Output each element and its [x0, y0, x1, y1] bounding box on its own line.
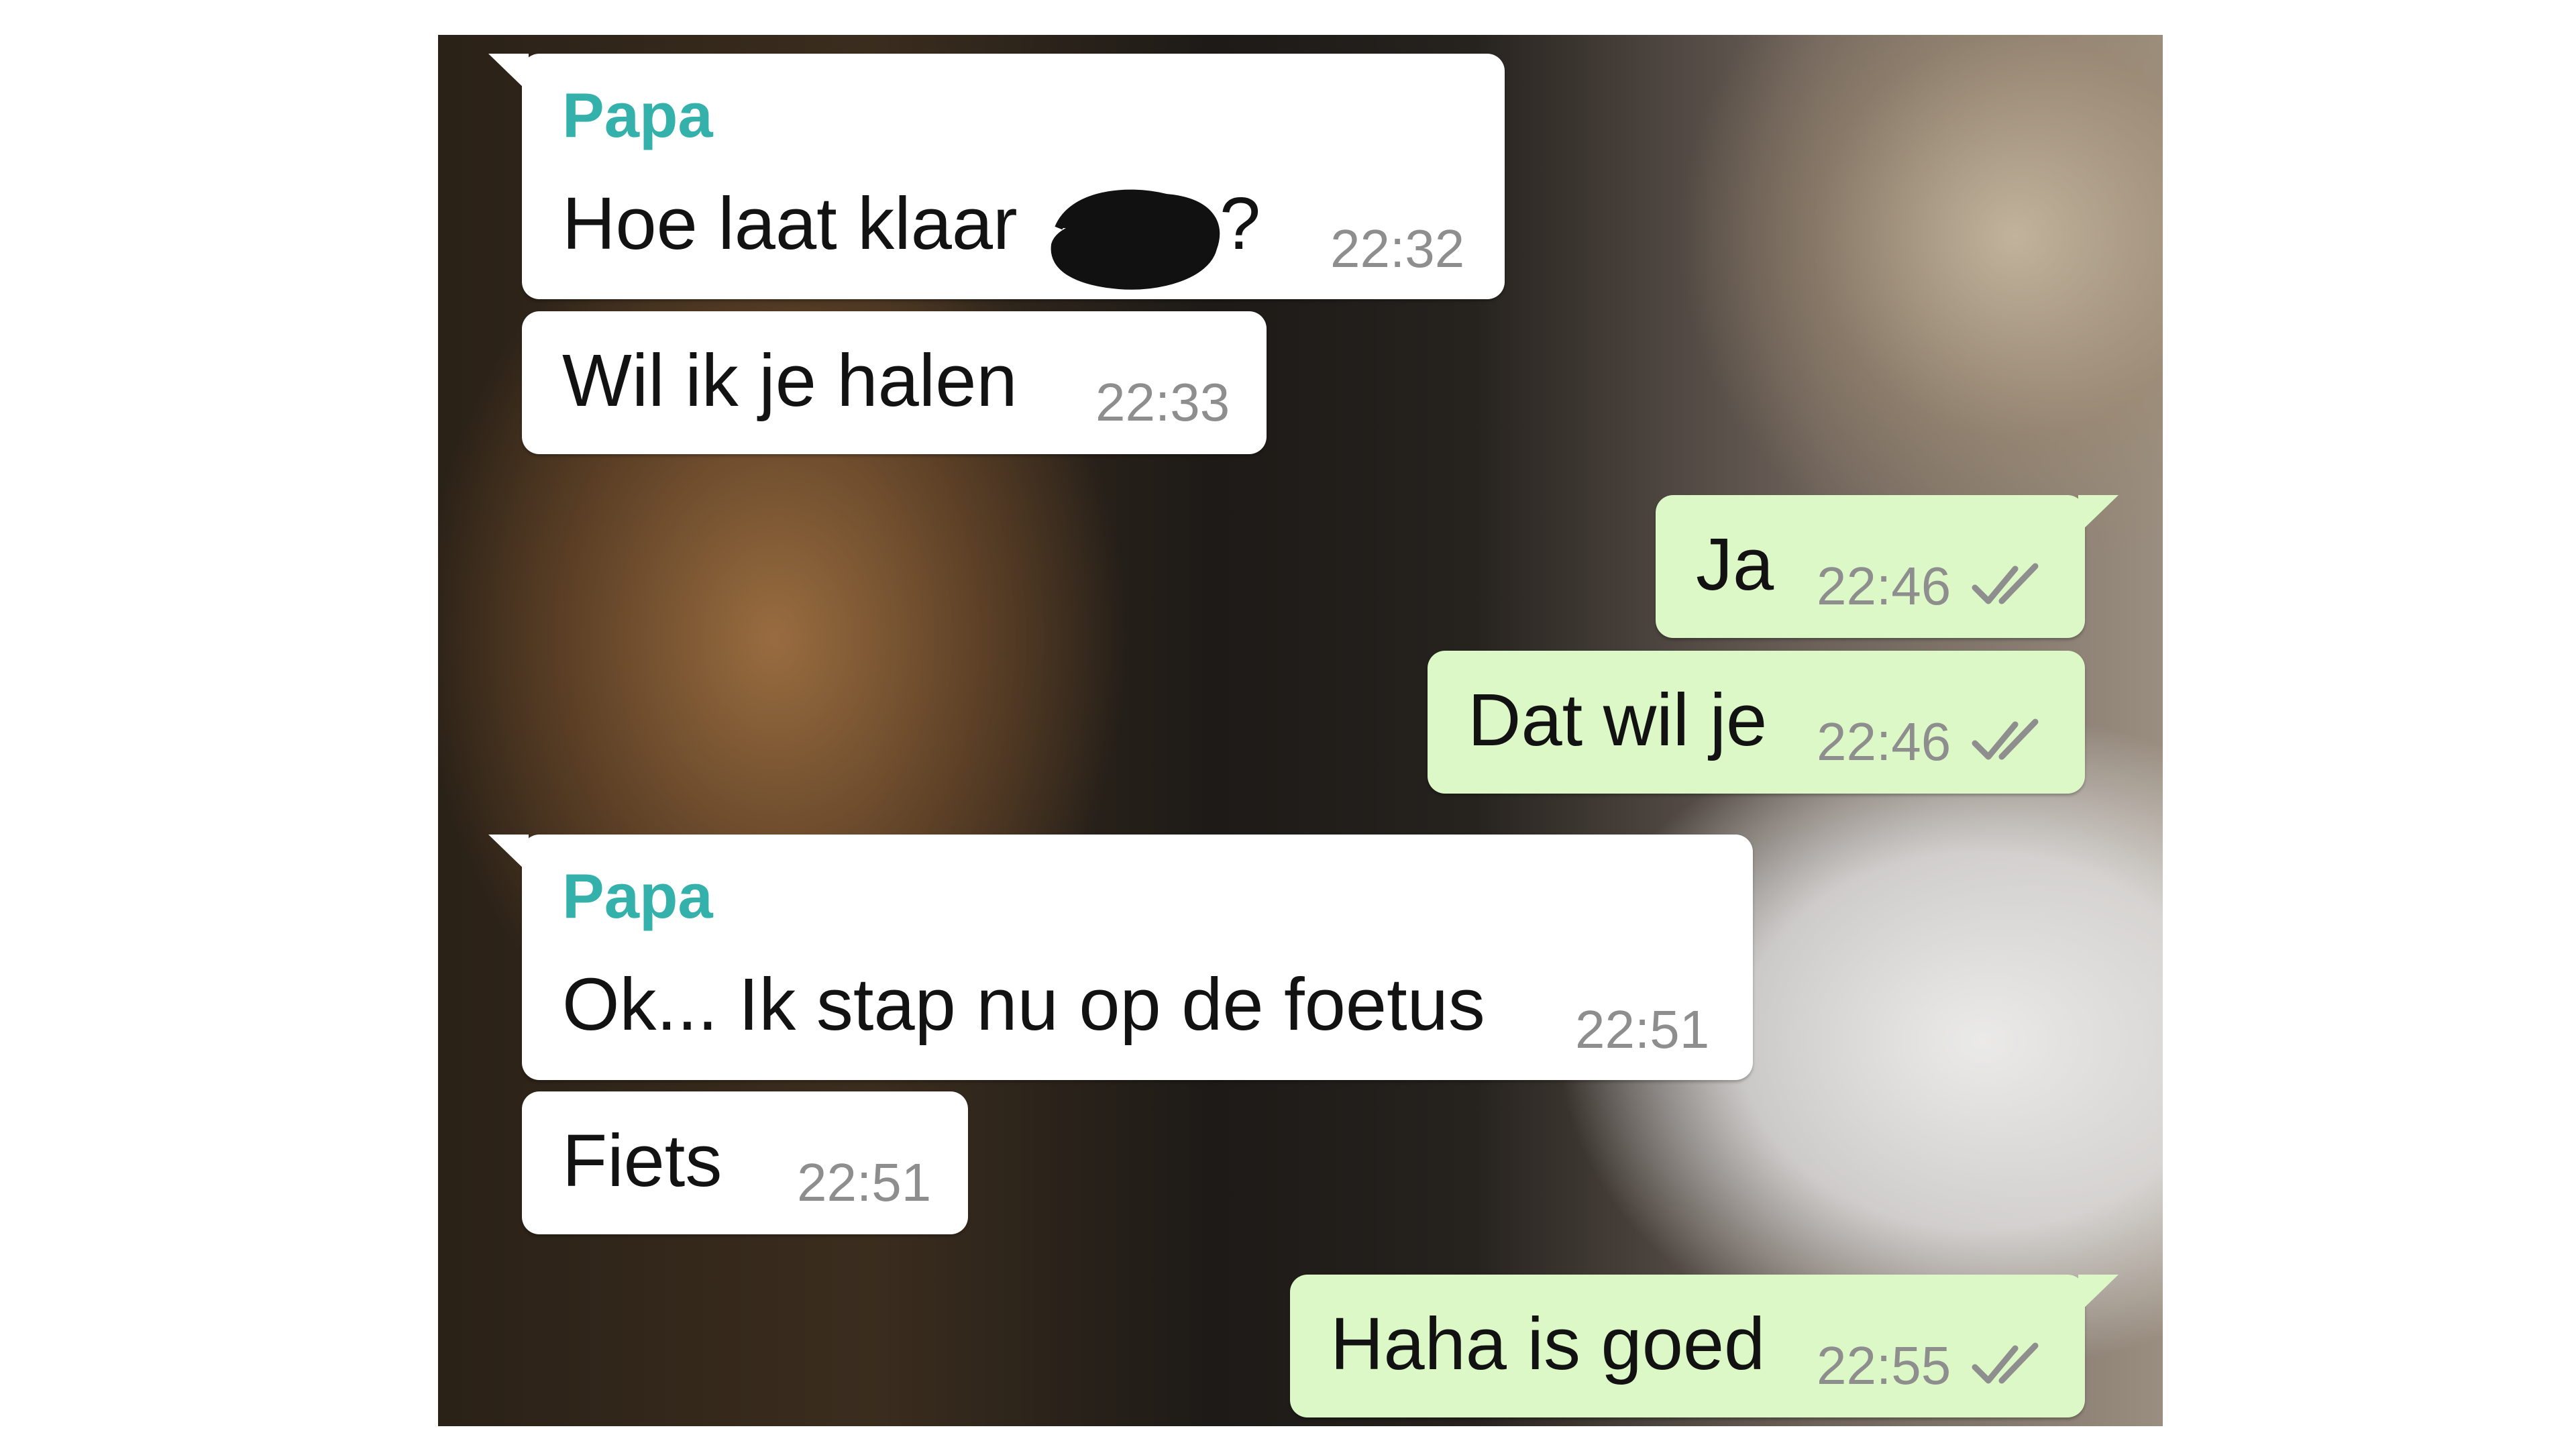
chat-background: Papa Hoe laat klaar ? 22:32 Wil ik je ha… — [438, 35, 2163, 1426]
message-bubble-incoming[interactable]: Papa Hoe laat klaar ? 22:32 — [488, 54, 1505, 299]
message-text-suffix: ? — [1220, 182, 1261, 265]
message-bubble-incoming[interactable]: Papa Ok... Ik stap nu op de foetus 22:51 — [488, 835, 1753, 1080]
redaction-scribble — [1051, 189, 1220, 290]
bubble-tail — [2078, 495, 2118, 534]
message-text: Ja — [1696, 523, 1774, 606]
message-text: Hoe laat klaar — [562, 182, 1018, 265]
message-bubble-outgoing[interactable]: Ja 22:46 — [1656, 495, 2118, 638]
message-text: Ok... Ik stap nu op de foetus — [562, 963, 1485, 1046]
double-check-icon — [1972, 718, 2039, 760]
message-time: 22:55 — [1817, 1336, 1951, 1395]
message-time: 22:46 — [1817, 712, 1951, 771]
message-bubble-incoming[interactable]: Wil ik je halen 22:33 — [522, 311, 1267, 454]
double-check-icon — [1972, 563, 2039, 604]
message-time: 22:51 — [1575, 1000, 1710, 1059]
bubble-tail — [2078, 1275, 2118, 1313]
bubble-tail — [488, 835, 529, 873]
bubble-tail — [488, 54, 529, 93]
message-bubble-outgoing[interactable]: Haha is goed 22:55 — [1290, 1275, 2118, 1417]
message-bubble-incoming[interactable]: Fiets 22:51 — [522, 1091, 968, 1234]
message-text: Wil ik je halen — [562, 339, 1018, 422]
message-time: 22:51 — [797, 1152, 932, 1212]
sender-name: Papa — [562, 861, 713, 931]
message-time: 22:46 — [1817, 556, 1951, 616]
message-text: Fiets — [562, 1120, 722, 1202]
message-text: Haha is goed — [1330, 1303, 1766, 1385]
message-bubble-outgoing[interactable]: Dat wil je 22:46 — [1428, 651, 2085, 794]
message-text: Dat wil je — [1468, 679, 1768, 761]
message-time: 22:33 — [1095, 372, 1230, 432]
sender-name: Papa — [562, 80, 713, 150]
double-check-icon — [1972, 1342, 2039, 1384]
message-time: 22:32 — [1330, 219, 1465, 278]
